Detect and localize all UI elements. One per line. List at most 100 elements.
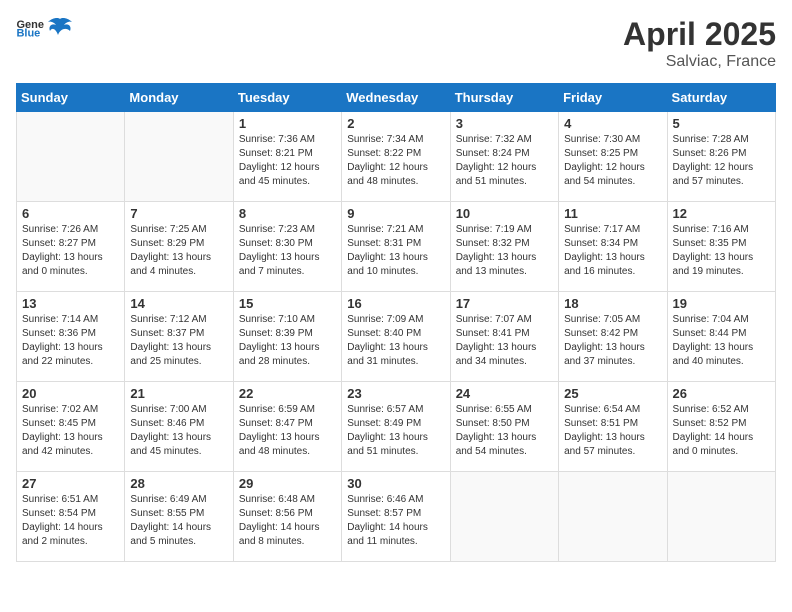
day-info: Sunrise: 6:51 AMSunset: 8:54 PMDaylight:… (22, 493, 119, 549)
calendar-header-row: Sunday Monday Tuesday Wednesday Thursday… (17, 84, 776, 112)
header-monday: Monday (125, 84, 233, 112)
table-row (125, 112, 233, 202)
table-row: 8Sunrise: 7:23 AMSunset: 8:30 PMDaylight… (233, 202, 341, 292)
day-number: 4 (564, 116, 661, 131)
table-row: 4 Sunrise: 7:30 AMSunset: 8:25 PMDaylight… (559, 112, 667, 202)
svg-text:Blue: Blue (16, 27, 40, 38)
day-number: 13 (22, 296, 119, 311)
table-row (667, 472, 775, 562)
table-row (17, 112, 125, 202)
table-row (559, 472, 667, 562)
logo: General Blue (16, 16, 72, 38)
header-tuesday: Tuesday (233, 84, 341, 112)
table-row: 12Sunrise: 7:16 AMSunset: 8:35 PMDayligh… (667, 202, 775, 292)
day-number: 22 (239, 386, 336, 401)
day-info: Sunrise: 6:52 AMSunset: 8:52 PMDaylight:… (673, 403, 770, 459)
calendar-week-row: 1 Sunrise: 7:36 AMSunset: 8:21 PMDaylight… (17, 112, 776, 202)
day-number: 23 (347, 386, 444, 401)
day-info: Sunrise: 7:32 AMSunset: 8:24 PMDaylight:… (456, 133, 553, 189)
day-info: Sunrise: 7:28 AMSunset: 8:26 PMDaylight:… (673, 133, 770, 189)
day-number: 29 (239, 476, 336, 491)
day-info: Sunrise: 7:05 AMSunset: 8:42 PMDaylight:… (564, 313, 661, 369)
calendar-week-row: 20Sunrise: 7:02 AMSunset: 8:45 PMDayligh… (17, 382, 776, 472)
table-row: 22 Sunrise: 6:59 AMSunset: 8:47 PMDayligh… (233, 382, 341, 472)
header-sunday: Sunday (17, 84, 125, 112)
logo-icon: General Blue (16, 16, 44, 38)
calendar-subtitle: Salviac, France (623, 53, 776, 71)
day-number: 5 (673, 116, 770, 131)
table-row: 24 Sunrise: 6:55 AMSunset: 8:50 PMDayligh… (450, 382, 558, 472)
table-row: 14 Sunrise: 7:12 AMSunset: 8:37 PMDayligh… (125, 292, 233, 382)
table-row: 30 Sunrise: 6:46 AMSunset: 8:57 PMDayligh… (342, 472, 450, 562)
day-info: Sunrise: 6:49 AMSunset: 8:55 PMDaylight:… (130, 493, 227, 549)
day-number: 1 (239, 116, 336, 131)
day-info: Sunrise: 7:16 AMSunset: 8:35 PMDaylight:… (673, 223, 770, 279)
header-saturday: Saturday (667, 84, 775, 112)
table-row: 23 Sunrise: 6:57 AMSunset: 8:49 PMDayligh… (342, 382, 450, 472)
day-number: 24 (456, 386, 553, 401)
header-thursday: Thursday (450, 84, 558, 112)
day-number: 25 (564, 386, 661, 401)
header-friday: Friday (559, 84, 667, 112)
day-info: Sunrise: 7:09 AMSunset: 8:40 PMDaylight:… (347, 313, 444, 369)
day-number: 28 (130, 476, 227, 491)
day-number: 14 (130, 296, 227, 311)
table-row: 19 Sunrise: 7:04 AMSunset: 8:44 PMDayligh… (667, 292, 775, 382)
table-row: 11Sunrise: 7:17 AMSunset: 8:34 PMDayligh… (559, 202, 667, 292)
day-info: Sunrise: 6:46 AMSunset: 8:57 PMDaylight:… (347, 493, 444, 549)
day-info: Sunrise: 6:57 AMSunset: 8:49 PMDaylight:… (347, 403, 444, 459)
table-row: 28 Sunrise: 6:49 AMSunset: 8:55 PMDayligh… (125, 472, 233, 562)
day-info: Sunrise: 7:30 AMSunset: 8:25 PMDaylight:… (564, 133, 661, 189)
title-area: April 2025 Salviac, France (623, 16, 776, 71)
day-number: 8 (239, 206, 336, 221)
day-info: Sunrise: 6:54 AMSunset: 8:51 PMDaylight:… (564, 403, 661, 459)
day-info: Sunrise: 7:14 AMSunset: 8:36 PMDaylight:… (22, 313, 119, 369)
table-row: 13 Sunrise: 7:14 AMSunset: 8:36 PMDayligh… (17, 292, 125, 382)
day-info: Sunrise: 7:07 AMSunset: 8:41 PMDaylight:… (456, 313, 553, 369)
calendar-week-row: 13 Sunrise: 7:14 AMSunset: 8:36 PMDayligh… (17, 292, 776, 382)
header: General Blue April 2025 Salviac, France (16, 16, 776, 71)
day-info: Sunrise: 6:59 AMSunset: 8:47 PMDaylight:… (239, 403, 336, 459)
table-row: 16 Sunrise: 7:09 AMSunset: 8:40 PMDayligh… (342, 292, 450, 382)
day-info: Sunrise: 7:17 AMSunset: 8:34 PMDaylight:… (564, 223, 661, 279)
day-number: 18 (564, 296, 661, 311)
day-number: 19 (673, 296, 770, 311)
day-number: 21 (130, 386, 227, 401)
day-number: 27 (22, 476, 119, 491)
day-number: 9 (347, 206, 444, 221)
bird-icon (48, 17, 72, 37)
table-row: 15Sunrise: 7:10 AMSunset: 8:39 PMDayligh… (233, 292, 341, 382)
day-info: Sunrise: 7:26 AMSunset: 8:27 PMDaylight:… (22, 223, 119, 279)
table-row: 20Sunrise: 7:02 AMSunset: 8:45 PMDayligh… (17, 382, 125, 472)
header-wednesday: Wednesday (342, 84, 450, 112)
day-number: 3 (456, 116, 553, 131)
calendar-week-row: 27 Sunrise: 6:51 AMSunset: 8:54 PMDayligh… (17, 472, 776, 562)
calendar-table: Sunday Monday Tuesday Wednesday Thursday… (16, 83, 776, 562)
day-number: 17 (456, 296, 553, 311)
day-info: Sunrise: 6:55 AMSunset: 8:50 PMDaylight:… (456, 403, 553, 459)
day-number: 16 (347, 296, 444, 311)
table-row: 1 Sunrise: 7:36 AMSunset: 8:21 PMDaylight… (233, 112, 341, 202)
table-row (450, 472, 558, 562)
day-info: Sunrise: 7:04 AMSunset: 8:44 PMDaylight:… (673, 313, 770, 369)
day-number: 6 (22, 206, 119, 221)
day-number: 10 (456, 206, 553, 221)
table-row: 3 Sunrise: 7:32 AMSunset: 8:24 PMDaylight… (450, 112, 558, 202)
table-row: 9Sunrise: 7:21 AMSunset: 8:31 PMDaylight… (342, 202, 450, 292)
day-number: 20 (22, 386, 119, 401)
day-info: Sunrise: 7:34 AMSunset: 8:22 PMDaylight:… (347, 133, 444, 189)
table-row: 5 Sunrise: 7:28 AMSunset: 8:26 PMDaylight… (667, 112, 775, 202)
day-info: Sunrise: 7:12 AMSunset: 8:37 PMDaylight:… (130, 313, 227, 369)
day-number: 7 (130, 206, 227, 221)
day-info: Sunrise: 7:36 AMSunset: 8:21 PMDaylight:… (239, 133, 336, 189)
table-row: 25 Sunrise: 6:54 AMSunset: 8:51 PMDayligh… (559, 382, 667, 472)
day-number: 26 (673, 386, 770, 401)
table-row: 26 Sunrise: 6:52 AMSunset: 8:52 PMDayligh… (667, 382, 775, 472)
table-row: 17 Sunrise: 7:07 AMSunset: 8:41 PMDayligh… (450, 292, 558, 382)
table-row: 6 Sunrise: 7:26 AMSunset: 8:27 PMDaylight… (17, 202, 125, 292)
day-number: 30 (347, 476, 444, 491)
table-row: 10Sunrise: 7:19 AMSunset: 8:32 PMDayligh… (450, 202, 558, 292)
day-number: 2 (347, 116, 444, 131)
table-row: 18 Sunrise: 7:05 AMSunset: 8:42 PMDayligh… (559, 292, 667, 382)
table-row: 27 Sunrise: 6:51 AMSunset: 8:54 PMDayligh… (17, 472, 125, 562)
